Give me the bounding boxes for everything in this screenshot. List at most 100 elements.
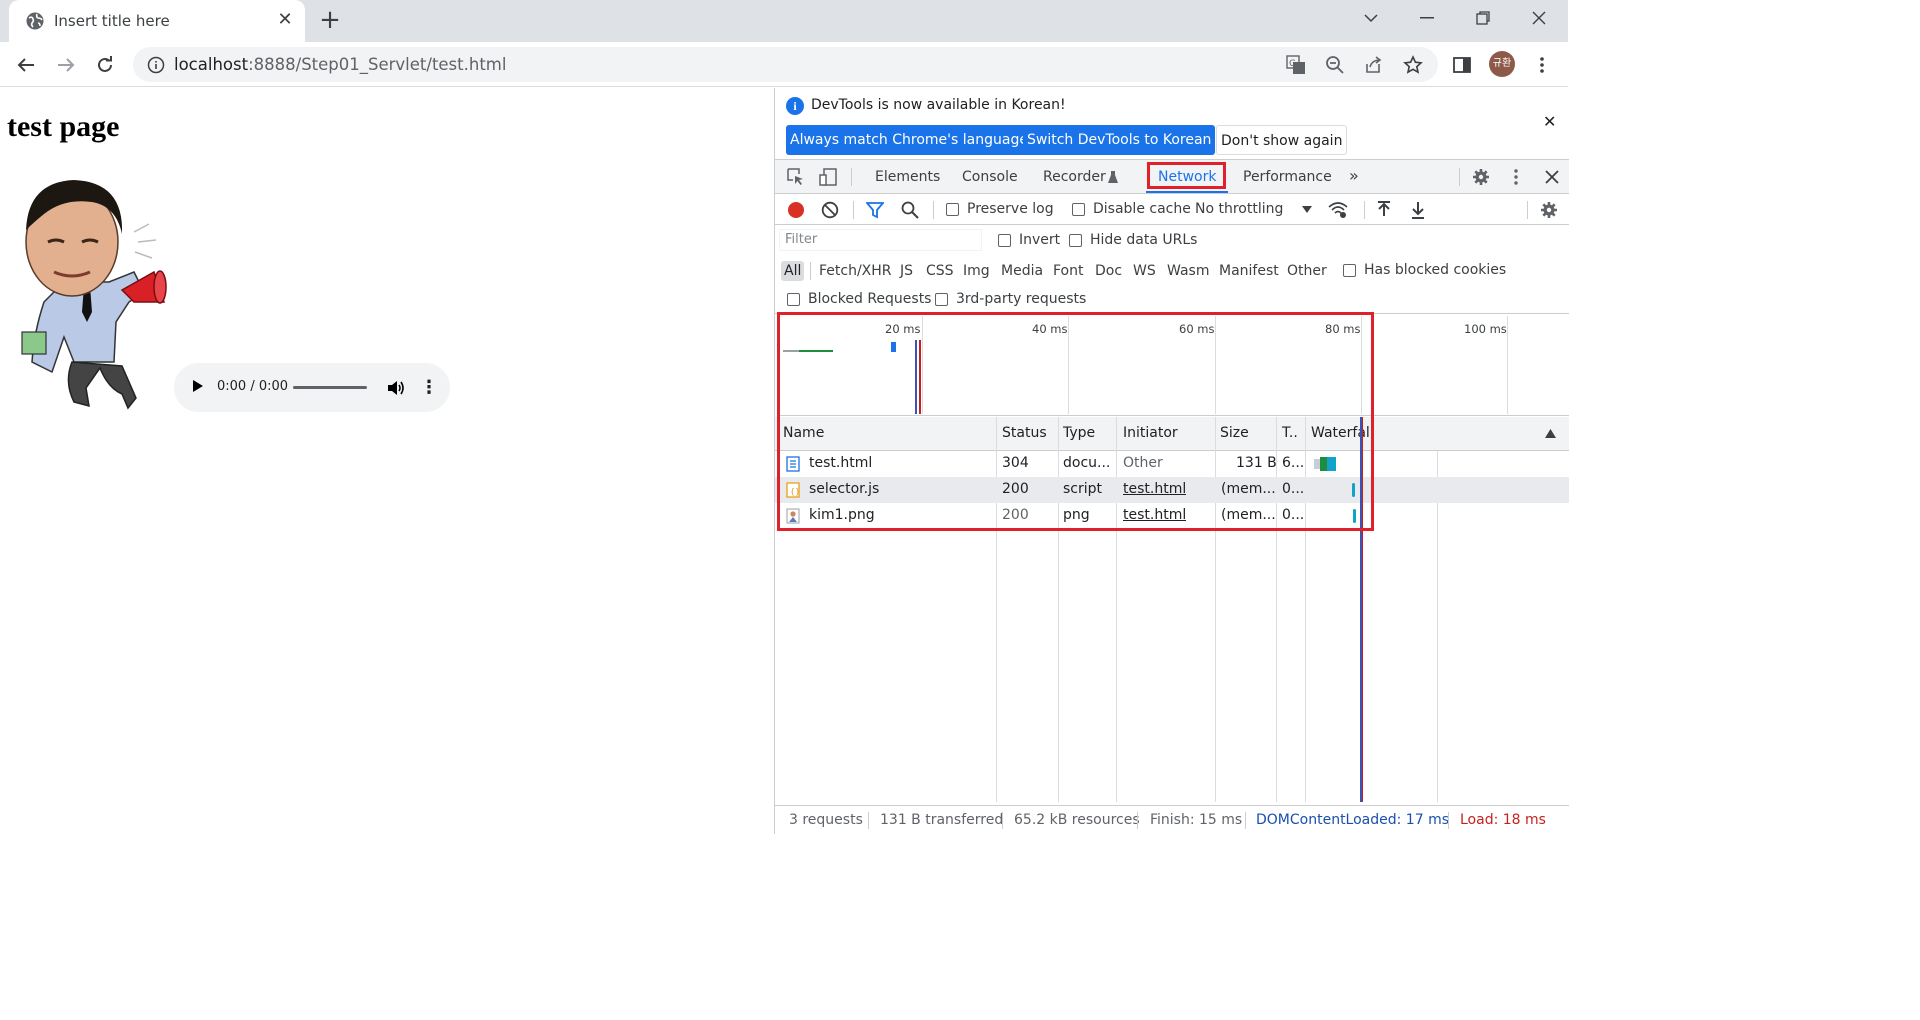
browser-toolbar: localhost:8888/Step01_Servlet/test.html … [0,42,1568,87]
reload-button[interactable] [90,50,120,80]
status-separator [1002,812,1003,829]
side-panel-icon[interactable] [1447,50,1477,80]
network-settings-icon[interactable] [1539,200,1559,220]
status-resources: 65.2 kB resources [1014,812,1140,828]
type-filter-ws[interactable]: WS [1133,261,1156,281]
third-party-checkbox[interactable] [935,293,948,306]
settings-gear-icon[interactable] [1471,167,1491,187]
devtools-menu-icon[interactable] [1506,167,1526,187]
network-status-bar: 3 requests 131 B transferred 65.2 kB res… [775,805,1569,834]
type-filter-font[interactable]: Font [1053,261,1083,281]
forward-button[interactable] [51,50,81,80]
disable-cache-label: Disable cache [1093,201,1191,217]
status-finish: Finish: 15 ms [1150,812,1243,828]
restore-button[interactable] [1456,0,1510,36]
hide-data-urls-checkbox[interactable] [1069,234,1082,247]
audio-more-icon[interactable]: ⋮ [420,378,438,398]
tab-strip: Insert title here ✕ + [0,0,1568,42]
status-separator [1245,812,1246,829]
dont-show-again-button[interactable]: Don't show again [1216,125,1348,155]
clear-icon[interactable] [820,200,840,220]
sort-ascending-icon[interactable] [1545,429,1556,438]
filter-funnel-icon[interactable] [865,200,885,220]
tab-elements[interactable]: Elements [875,169,940,185]
type-filter-media[interactable]: Media [1001,261,1043,281]
record-icon[interactable] [786,200,806,220]
tab-title: Insert title here [54,12,170,30]
translate-icon[interactable]: G [1285,54,1307,76]
switch-to-korean-button[interactable]: Switch DevTools to Korean [1023,125,1216,155]
tab-console[interactable]: Console [962,169,1018,185]
type-filter-img[interactable]: Img [963,261,990,281]
has-blocked-cookies-label: Has blocked cookies [1364,262,1507,278]
bookmark-star-icon[interactable] [1402,54,1424,76]
tab-recorder[interactable]: Recorder [1043,169,1106,185]
blocked-requests-row: Blocked Requests 3rd-party requests [775,286,1569,314]
page-viewport: test page 0:00 / 0:00 ⋮ [0,88,774,834]
toolbar-separator [933,201,934,219]
back-button[interactable] [11,50,41,80]
type-filter-js[interactable]: JS [900,261,913,281]
info-icon: i [786,97,804,115]
throttling-select[interactable]: No throttling [1195,201,1283,217]
tab-close-icon[interactable]: ✕ [273,8,297,32]
tab-separator [1459,168,1460,186]
export-har-icon[interactable] [1408,200,1428,220]
type-filter-manifest[interactable]: Manifest [1219,261,1279,281]
share-icon[interactable] [1363,54,1385,76]
has-blocked-cookies-checkbox[interactable] [1343,264,1356,277]
type-filter-css[interactable]: CSS [926,261,954,281]
filter-input[interactable]: Filter [779,229,982,251]
network-toolbar: Preserve log Disable cache No throttling [775,195,1569,225]
new-tab-button[interactable]: + [316,7,344,35]
type-filter-other[interactable]: Other [1287,261,1327,281]
overview-gridline [1507,316,1508,414]
import-har-icon[interactable] [1374,200,1394,220]
browser-menu-icon[interactable] [1527,50,1557,80]
tab-network[interactable]: Network [1158,169,1216,185]
more-tabs-icon[interactable]: » [1349,166,1359,185]
blocked-requests-label: Blocked Requests [808,291,932,307]
cartoon-man-image [21,180,167,410]
volume-icon[interactable] [386,378,406,398]
zoom-out-icon[interactable] [1324,54,1346,76]
browser-tab[interactable]: Insert title here ✕ [9,0,305,42]
url-text[interactable]: localhost:8888/Step01_Servlet/test.html [174,55,506,74]
svg-text:G: G [1289,59,1296,69]
type-filter-doc[interactable]: Doc [1095,261,1122,281]
tab-search-icon[interactable] [1344,0,1398,36]
close-window-button[interactable] [1512,0,1566,36]
type-separator [810,262,811,280]
tab-performance[interactable]: Performance [1243,169,1332,185]
status-separator [868,812,869,829]
blocked-requests-checkbox[interactable] [787,293,800,306]
audio-player[interactable]: 0:00 / 0:00 ⋮ [174,363,450,412]
device-toolbar-icon[interactable] [818,167,838,187]
disable-cache-checkbox[interactable] [1072,203,1085,216]
devtools-tab-bar: Elements Console Recorder Network Perfor… [775,160,1569,194]
toolbar-separator [853,201,854,219]
type-filter-wasm[interactable]: Wasm [1167,261,1209,281]
annotation-highlight-box [777,312,1374,531]
address-bar[interactable]: localhost:8888/Step01_Servlet/test.html … [133,47,1438,82]
type-filter-all[interactable]: All [781,261,805,281]
inspect-element-icon[interactable] [786,167,806,187]
close-devtools-icon[interactable] [1542,167,1562,187]
status-separator [1137,812,1138,829]
invert-checkbox[interactable] [998,234,1011,247]
network-conditions-icon[interactable] [1328,200,1348,220]
preserve-log-checkbox[interactable] [946,203,959,216]
status-requests: 3 requests [789,812,863,828]
always-match-language-button[interactable]: Always match Chrome's language [786,125,1032,155]
site-info-icon[interactable] [147,56,165,74]
profile-avatar[interactable]: 규환 [1489,51,1515,77]
type-filter-fetch-xhr[interactable]: Fetch/XHR [819,261,892,281]
search-icon[interactable] [900,200,920,220]
minimize-button[interactable] [1400,0,1454,36]
play-icon[interactable] [193,380,203,392]
audio-progress-track[interactable] [293,386,367,389]
dropdown-arrow-icon[interactable] [1302,206,1312,214]
flask-icon [1108,171,1118,183]
infobar-close-icon[interactable]: ✕ [1543,112,1556,131]
active-tab-indicator [1146,191,1228,193]
